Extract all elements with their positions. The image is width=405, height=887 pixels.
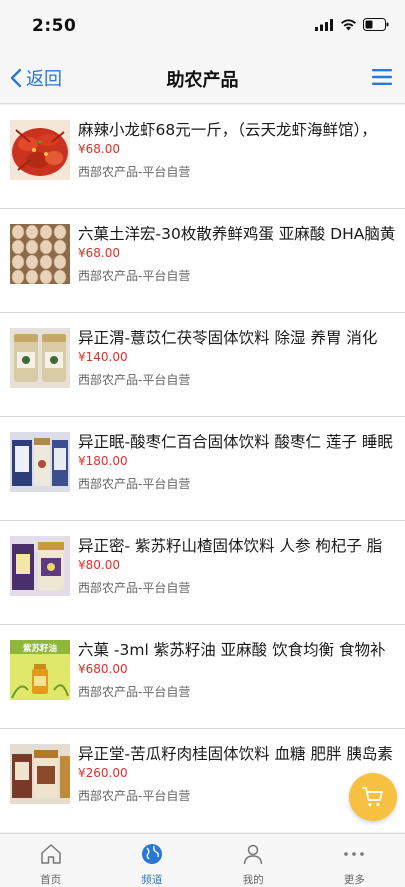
status-icons bbox=[315, 18, 389, 31]
product-image-eggs bbox=[10, 224, 70, 284]
product-image-jar bbox=[10, 432, 70, 492]
more-icon bbox=[344, 852, 365, 856]
product-source: 西部农产品-平台自营 bbox=[78, 477, 191, 491]
product-price: ¥68.00 bbox=[78, 246, 120, 260]
product-price: ¥80.00 bbox=[78, 558, 120, 572]
tab-more[interactable]: 更多 bbox=[304, 834, 405, 887]
wifi-icon bbox=[341, 18, 356, 30]
product-item[interactable]: 紫苏籽油 六菓 -3ml 紫苏籽油 亚麻酸 饮食均衡 食物补 ¥680.00 西… bbox=[0, 625, 405, 729]
tab-label: 我的 bbox=[242, 874, 264, 886]
product-price: ¥260.00 bbox=[78, 766, 128, 780]
product-title: 异正密- 紫苏籽山楂固体饮料 人参 枸杞子 脂 bbox=[78, 537, 383, 555]
tab-label: 首页 bbox=[40, 874, 62, 886]
product-item[interactable]: 异正渭-薏苡仁茯苓固体饮料 除湿 养胃 消化 ¥140.00 西部农产品-平台自… bbox=[0, 313, 405, 417]
product-source: 西部农产品-平台自营 bbox=[78, 685, 191, 699]
product-price: ¥140.00 bbox=[78, 350, 128, 364]
product-source: 西部农产品-平台自营 bbox=[78, 581, 191, 595]
product-title: 麻辣小龙虾68元一斤，（云天龙虾海鲜馆）， bbox=[78, 121, 377, 139]
product-list: 麻辣小龙虾68元一斤，（云天龙虾海鲜馆）， ¥68.00 西部农产品-平台自营 … bbox=[0, 105, 405, 832]
page-title: 助农产品 bbox=[166, 70, 239, 91]
user-icon bbox=[243, 844, 263, 865]
product-title: 异正渭-薏苡仁茯苓固体饮料 除湿 养胃 消化 bbox=[78, 329, 378, 347]
product-title: 异正眠-酸枣仁百合固体饮料 酸枣仁 莲子 睡眠 bbox=[78, 433, 393, 451]
menu-button[interactable] bbox=[371, 66, 393, 88]
tab-label: 更多 bbox=[343, 874, 365, 886]
product-item[interactable]: 六菓土洋宏-30枚散养鲜鸡蛋 亚麻酸 DHA脑黄 ¥68.00 西部农产品-平台… bbox=[0, 209, 405, 313]
status-time: 2:50 bbox=[32, 16, 77, 36]
globe-icon bbox=[141, 844, 162, 864]
home-icon bbox=[40, 844, 61, 864]
product-item[interactable]: 异正密- 紫苏籽山楂固体饮料 人参 枸杞子 脂 ¥80.00 西部农产品-平台自… bbox=[0, 521, 405, 625]
product-source: 西部农产品-平台自营 bbox=[78, 789, 191, 803]
product-price: ¥180.00 bbox=[78, 454, 128, 468]
product-price: ¥68.00 bbox=[78, 142, 120, 156]
product-image-crayfish bbox=[10, 120, 70, 180]
tab-label: 频道 bbox=[141, 874, 163, 886]
cart-button[interactable] bbox=[349, 773, 397, 821]
product-title: 异正堂-苦瓜籽肉桂固体饮料 血糖 肥胖 胰岛素 bbox=[78, 745, 393, 763]
product-item[interactable]: 异正眠-酸枣仁百合固体饮料 酸枣仁 莲子 睡眠 ¥180.00 西部农产品-平台… bbox=[0, 417, 405, 521]
product-image-jar bbox=[10, 328, 70, 388]
tab-home[interactable]: 首页 bbox=[0, 834, 101, 887]
product-title: 六菓 -3ml 紫苏籽油 亚麻酸 饮食均衡 食物补 bbox=[78, 641, 386, 659]
signal-icon bbox=[315, 18, 333, 31]
product-image-oil: 紫苏籽油 bbox=[10, 640, 70, 700]
product-item[interactable]: 麻辣小龙虾68元一斤，（云天龙虾海鲜馆）， ¥68.00 西部农产品-平台自营 bbox=[0, 105, 405, 209]
nav-bar: 返回 助农产品 bbox=[0, 52, 405, 104]
product-title: 六菓土洋宏-30枚散养鲜鸡蛋 亚麻酸 DHA脑黄 bbox=[78, 225, 396, 243]
product-item[interactable]: 异正堂-苦瓜籽肉桂固体饮料 血糖 肥胖 胰岛素 ¥260.00 西部农产品-平台… bbox=[0, 729, 405, 832]
product-image-jar bbox=[10, 536, 70, 596]
product-source: 西部农产品-平台自营 bbox=[78, 269, 191, 283]
product-price: ¥680.00 bbox=[78, 662, 128, 676]
tab-bar: 首页 频道 我的 更多 bbox=[0, 833, 405, 887]
tab-mine[interactable]: 我的 bbox=[203, 834, 304, 887]
hamburger-icon bbox=[372, 69, 392, 85]
oil-label-text: 紫苏籽油 bbox=[23, 643, 57, 654]
status-bar: 2:50 bbox=[0, 0, 405, 52]
battery-icon bbox=[363, 18, 389, 31]
product-image-jar bbox=[10, 744, 70, 804]
product-source: 西部农产品-平台自营 bbox=[78, 165, 191, 179]
cart-icon bbox=[362, 787, 383, 807]
tab-channel[interactable]: 频道 bbox=[101, 834, 202, 887]
product-source: 西部农产品-平台自营 bbox=[78, 373, 191, 387]
